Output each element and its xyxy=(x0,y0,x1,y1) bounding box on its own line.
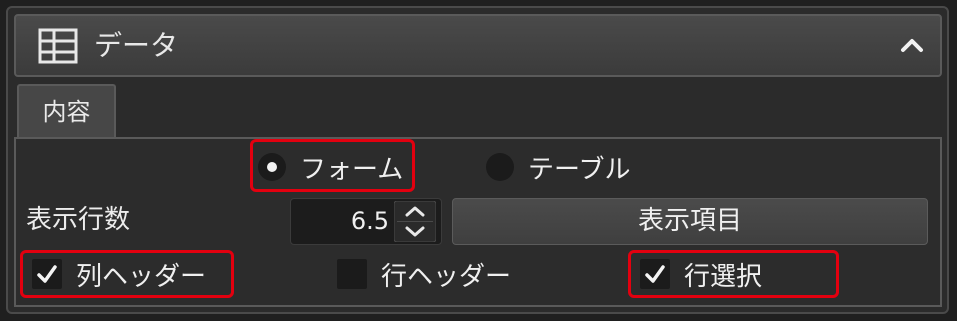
display-rows-value[interactable]: 6.5 xyxy=(291,199,389,244)
radio-form[interactable]: フォーム xyxy=(258,148,403,186)
checkbox-column-header-label: 列ヘッダー xyxy=(76,261,207,292)
checkbox-column-header-box[interactable] xyxy=(32,259,62,289)
checkbox-row-select[interactable]: 行選択 xyxy=(640,256,762,292)
panel-title: データ xyxy=(94,29,179,62)
radio-table-label: テーブル xyxy=(528,154,631,185)
radio-table-indicator[interactable] xyxy=(486,153,514,181)
check-icon xyxy=(645,265,665,283)
radio-form-indicator[interactable] xyxy=(258,153,286,181)
checkbox-row-header-label: 行ヘッダー xyxy=(381,261,512,292)
table-icon xyxy=(38,28,78,64)
chevron-up-icon[interactable] xyxy=(894,28,930,64)
radio-form-label: フォーム xyxy=(300,154,404,185)
display-rows-stepper[interactable]: 6.5 xyxy=(290,198,442,245)
checkbox-row-header[interactable]: 行ヘッダー xyxy=(337,256,511,292)
panel-header[interactable]: データ xyxy=(14,14,942,77)
checkbox-column-header[interactable]: 列ヘッダー xyxy=(32,256,206,292)
checkbox-row-select-label: 行選択 xyxy=(684,261,763,292)
tab-content[interactable]: 内容 xyxy=(17,84,116,138)
radio-table[interactable]: テーブル xyxy=(486,148,630,186)
checkbox-row-header-box[interactable] xyxy=(337,259,367,289)
display-rows-label: 表示行数 xyxy=(26,205,131,235)
display-items-button[interactable]: 表示項目 xyxy=(452,198,928,245)
stepper-arrows-icon[interactable] xyxy=(394,201,436,242)
check-icon xyxy=(37,265,57,283)
checkbox-row-select-box[interactable] xyxy=(640,259,670,289)
